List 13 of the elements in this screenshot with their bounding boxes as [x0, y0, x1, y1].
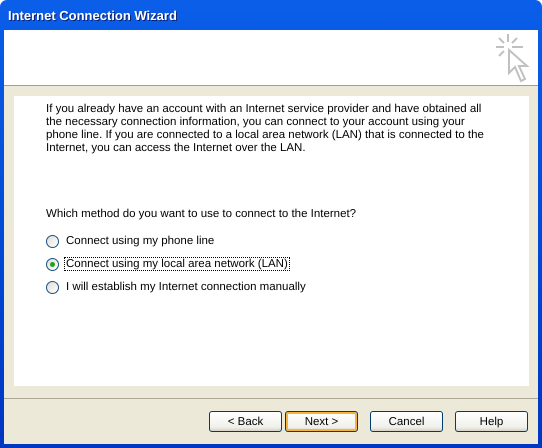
intro-paragraph: If you already have an account with an Internet service provider and have obtained all the necessary connection information, you can connect to your account using your phone line. If you are connected to a local area network (LAN) that is connected to the Internet, you can access the Internet over the LAN.	[46, 103, 485, 155]
dialog-button[interactable]: < Back	[209, 411, 282, 432]
dialog-button[interactable]: Help	[455, 411, 528, 432]
window-title: Internet Connection Wizard	[8, 8, 177, 22]
dialog-button[interactable]: Cancel	[370, 411, 443, 432]
radio-label[interactable]: Connect using my phone line	[64, 234, 216, 248]
radio-label[interactable]: I will establish my Internet connection manually	[64, 280, 308, 294]
radio-button[interactable]	[46, 280, 59, 294]
radio-button[interactable]	[46, 258, 59, 270]
radio-button[interactable]	[46, 234, 59, 248]
question-text: Which method do you want to use to connect to the Internet?	[46, 208, 358, 220]
radio-label[interactable]: Connect using my local area network (LAN)	[64, 257, 290, 271]
dialog-button[interactable]: Next >	[285, 411, 358, 432]
